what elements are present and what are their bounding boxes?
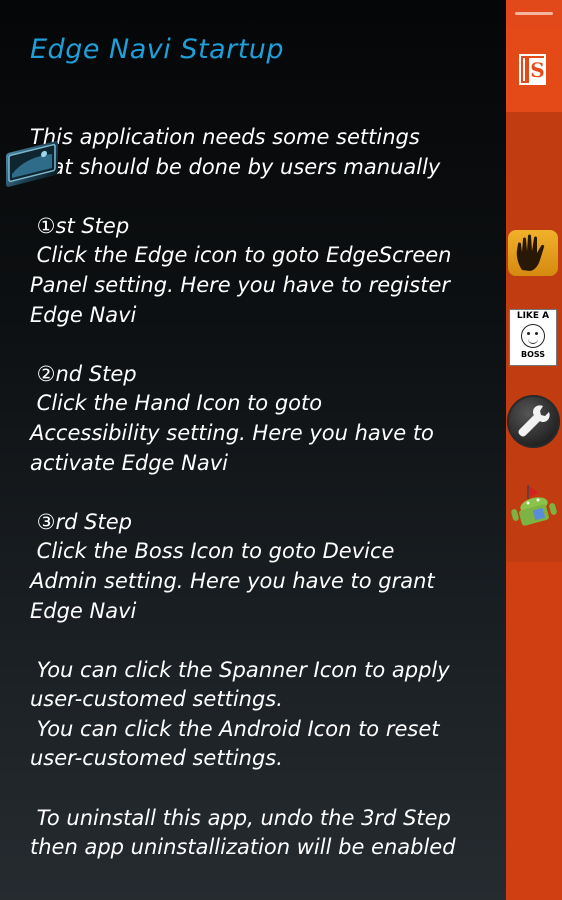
instruction-line: ①st Step — [30, 213, 130, 238]
instruction-line: ③rd Step — [30, 509, 132, 534]
instruction-line: Click the Hand Icon to goto — [30, 391, 323, 416]
instruction-line — [30, 182, 500, 212]
instruction-line: Edge Navi — [30, 302, 137, 327]
boss-icon-bottom-text: BOSS — [520, 350, 546, 359]
instruction-line: user-customed settings. — [30, 687, 283, 712]
instruction-line: ②nd Step — [30, 361, 137, 386]
edge-panel: S — [506, 0, 562, 900]
handle-bar — [515, 12, 553, 15]
instruction-line: activate Edge Navi — [30, 450, 228, 475]
instructions-screen: Edge Navi Startup This application needs… — [0, 0, 506, 900]
instruction-line: then app uninstallization will be enable… — [30, 835, 456, 860]
instruction-line — [30, 330, 500, 360]
instruction-line: Click the Boss Icon to goto Device — [30, 539, 395, 564]
s-app-icon: S — [519, 54, 546, 85]
s-app-button[interactable]: S — [506, 28, 562, 112]
edge-panel-handle[interactable] — [506, 0, 562, 28]
boss-icon-top-text: LIKE A — [516, 311, 550, 321]
hand-icon[interactable] — [508, 230, 558, 276]
instruction-line — [30, 626, 500, 656]
android-icon[interactable] — [508, 483, 560, 531]
instruction-line: Edge Navi — [30, 598, 137, 623]
page-title: Edge Navi Startup — [30, 34, 285, 65]
instruction-line: that should be done by users manually — [30, 154, 441, 179]
s-icon-letter: S — [529, 58, 546, 83]
instruction-line — [30, 478, 500, 508]
instruction-line: Admin setting. Here you have to grant — [30, 568, 435, 593]
instruction-line: Accessibility setting. Here you have to — [30, 420, 434, 445]
instruction-line — [30, 774, 500, 804]
instruction-line: This application needs some settings — [30, 125, 420, 149]
instruction-line: You can click the Android Icon to reset — [30, 716, 440, 741]
instructions-text: This application needs some settings that… — [30, 123, 500, 863]
boss-face-icon — [521, 324, 545, 348]
instruction-line: To uninstall this app, undo the 3rd Step — [30, 805, 451, 830]
instruction-line: Panel setting. Here you have to register — [30, 272, 451, 297]
spanner-icon[interactable] — [507, 395, 560, 448]
instruction-line: You can click the Spanner Icon to apply — [30, 657, 450, 682]
instruction-line: user-customed settings. — [30, 746, 283, 771]
instruction-line: Click the Edge icon to goto EdgeScreen — [30, 243, 452, 268]
boss-icon[interactable]: LIKE A BOSS — [509, 309, 557, 366]
